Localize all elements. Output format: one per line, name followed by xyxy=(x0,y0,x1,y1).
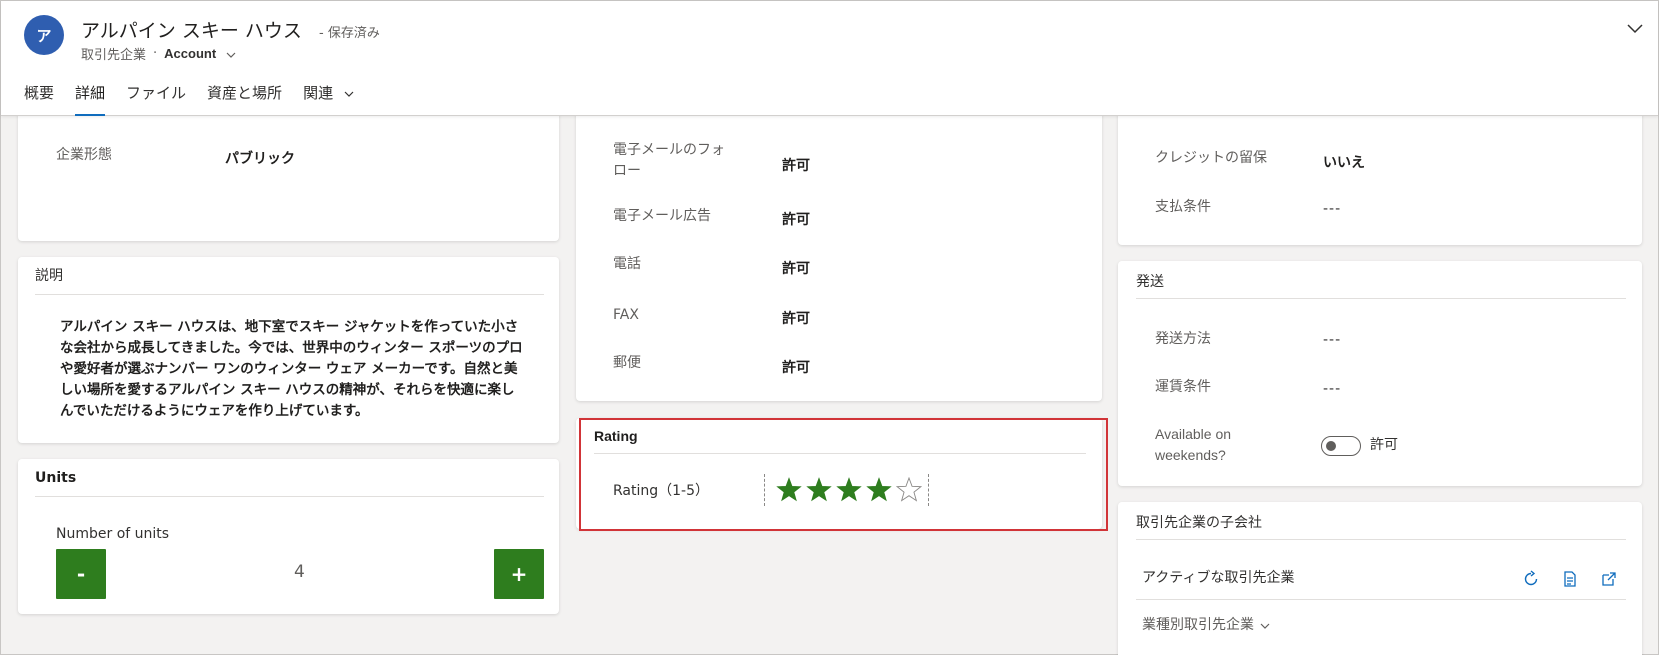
divider xyxy=(1136,539,1626,540)
tab-bar: 概要 詳細 ファイル 資産と場所 関連 xyxy=(24,82,354,117)
open-icon[interactable] xyxy=(1600,570,1618,588)
form-name: Account xyxy=(164,46,217,61)
tab-assets-locations[interactable]: 資産と場所 xyxy=(207,82,282,117)
field-label: 支払条件 xyxy=(1155,199,1211,215)
ownership-value[interactable]: パブリック xyxy=(225,148,295,168)
divider xyxy=(1136,298,1626,299)
record-subtitle: 取引先企業 · Account xyxy=(81,44,236,63)
tab-related[interactable]: 関連 xyxy=(303,82,354,117)
chevron-down-icon xyxy=(344,91,354,97)
decrement-button[interactable]: - xyxy=(56,549,106,599)
chevron-down-icon xyxy=(226,52,236,58)
subtitle-separator: · xyxy=(153,46,158,61)
record-header: ア アルパイン スキー ハウス - 保存済み 取引先企業 · Account 概… xyxy=(1,1,1658,116)
field-label: 電子メールのフォロー xyxy=(613,142,725,179)
section-title: Units xyxy=(35,470,77,486)
divider xyxy=(1136,599,1626,600)
company-section: 企業形態 パブリック xyxy=(18,101,559,241)
toggle-knob xyxy=(1326,441,1336,451)
divider xyxy=(35,294,544,295)
freight-terms-value[interactable]: --- xyxy=(1323,381,1341,397)
subaccounts-section: 取引先企業の子会社 アクティブな取引先企業 業種別取引先企業 xyxy=(1118,502,1642,655)
credit-hold-value[interactable]: いいえ xyxy=(1323,152,1365,172)
highlight-frame xyxy=(579,418,1108,531)
toggle-state-label: 許可 xyxy=(1370,437,1398,453)
description-text[interactable]: アルパイン スキー ハウスは、地下室でスキー ジャケットを作っていた小さな会社か… xyxy=(60,317,526,422)
mail-value[interactable]: 許可 xyxy=(782,357,810,377)
field-label: 運賃条件 xyxy=(1155,379,1211,395)
tab-details[interactable]: 詳細 xyxy=(75,82,106,117)
increment-button[interactable]: + xyxy=(494,549,544,599)
phone-value[interactable]: 許可 xyxy=(782,258,810,278)
field-label: 企業形態 xyxy=(56,147,112,163)
section-title: 発送 xyxy=(1136,274,1164,290)
units-value[interactable]: 4 xyxy=(294,562,305,582)
divider xyxy=(35,496,544,497)
tab-related-label: 関連 xyxy=(303,84,334,102)
field-label: Available on weekends? xyxy=(1155,426,1232,463)
field-label: FAX xyxy=(613,307,639,323)
related-view-label: 業種別取引先企業 xyxy=(1142,617,1254,633)
units-section: Units Number of units - 4 + xyxy=(18,459,559,614)
field-label: 発送方法 xyxy=(1155,331,1211,347)
fax-value[interactable]: 許可 xyxy=(782,308,810,328)
chevron-down-icon xyxy=(1260,623,1270,629)
refresh-icon[interactable] xyxy=(1522,570,1540,588)
section-title: 説明 xyxy=(35,268,63,284)
expand-header-chevron-icon[interactable] xyxy=(1626,19,1644,37)
field-label: Number of units xyxy=(56,526,170,542)
description-section: 説明 アルパイン スキー ハウスは、地下室でスキー ジャケットを作っていた小さな… xyxy=(18,257,559,443)
email-follow-value[interactable]: 許可 xyxy=(782,155,810,175)
billing-section: クレジットの留保 いいえ 支払条件 --- xyxy=(1118,101,1642,245)
payment-terms-value[interactable]: --- xyxy=(1323,201,1341,217)
entity-name: 取引先企業 xyxy=(81,48,147,63)
field-label: 電話 xyxy=(613,256,641,272)
field-label: 郵便 xyxy=(613,355,641,371)
email-marketing-value[interactable]: 許可 xyxy=(782,209,810,229)
field-label: 電子メール広告 xyxy=(613,208,711,224)
shipping-method-value[interactable]: --- xyxy=(1323,332,1341,348)
shipping-section: 発送 発送方法 --- 運賃条件 --- Available on weeken… xyxy=(1118,261,1642,486)
avatar: ア xyxy=(24,15,64,55)
contact-preferences-section: 電子メールのフォロー 許可 電子メール広告 許可 電話 許可 FAX 許可 郵便… xyxy=(576,101,1102,401)
save-status: - 保存済み xyxy=(319,26,380,41)
tab-summary[interactable]: 概要 xyxy=(24,82,54,117)
related-view-selector[interactable]: 業種別取引先企業 xyxy=(1142,615,1270,636)
weekend-toggle[interactable] xyxy=(1321,436,1361,456)
form-selector[interactable]: Account xyxy=(164,46,236,61)
record-title: アルパイン スキー ハウス xyxy=(81,20,302,42)
tab-files[interactable]: ファイル xyxy=(126,82,186,117)
section-title: 取引先企業の子会社 xyxy=(1136,515,1262,531)
report-icon[interactable] xyxy=(1561,570,1579,588)
view-selector[interactable]: アクティブな取引先企業 xyxy=(1142,568,1294,589)
field-label: クレジットの留保 xyxy=(1155,150,1267,166)
